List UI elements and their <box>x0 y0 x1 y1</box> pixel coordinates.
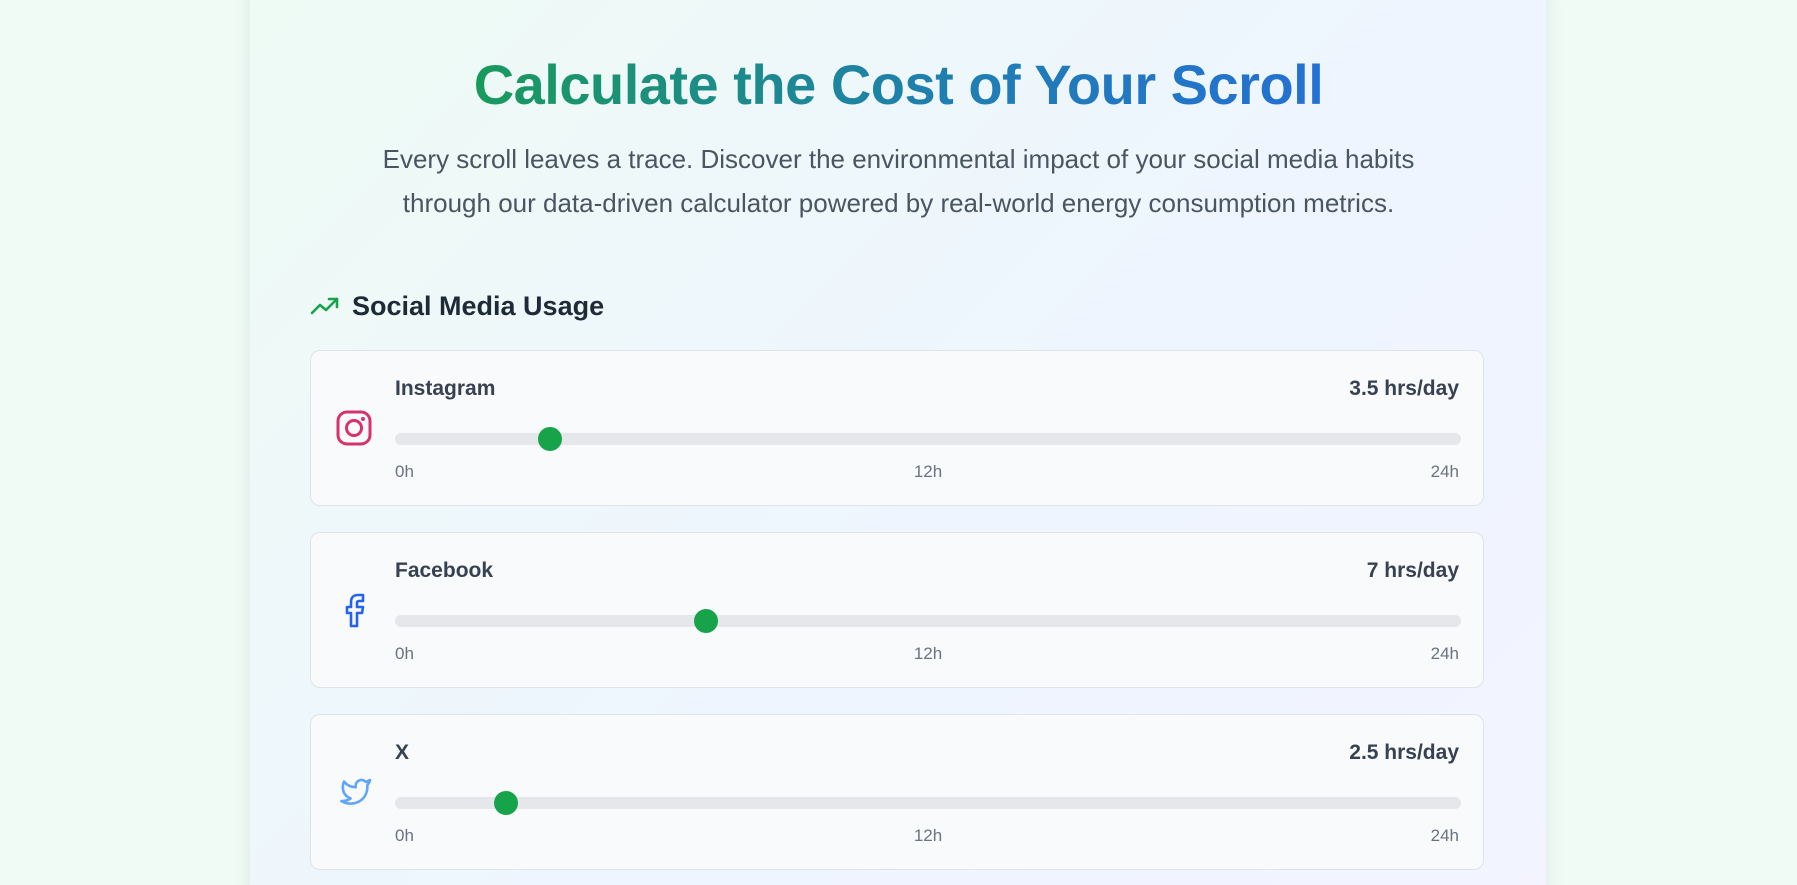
tick-min-label: 0h <box>395 644 414 663</box>
page-subtitle: Every scroll leaves a trace. Discover th… <box>382 144 1415 218</box>
tick-mid-label: 12h <box>913 826 943 845</box>
page: Calculate the Cost of Your Scroll Every … <box>0 0 1797 885</box>
app-card-x: X 2.5 hrs/day 0h 12h 24h <box>310 714 1484 870</box>
hours-slider[interactable] <box>395 427 1461 451</box>
tick-max-label: 24h <box>1430 826 1459 845</box>
page-title-text: Calculate the Cost of Your Scroll <box>473 53 1324 116</box>
instagram-icon <box>336 410 372 446</box>
slider-thumb[interactable] <box>693 609 718 633</box>
hours-slider[interactable] <box>395 791 1461 815</box>
usage-section-title: Social Media Usage <box>352 290 605 321</box>
hours-value: 7 hrs/day <box>1366 559 1459 582</box>
tick-min-label: 0h <box>395 826 414 845</box>
facebook-icon <box>345 593 365 628</box>
slider-thumb[interactable] <box>494 791 519 815</box>
app-name: X <box>395 741 410 764</box>
hours-value: 3.5 hrs/day <box>1349 377 1459 400</box>
hours-value: 2.5 hrs/day <box>1349 741 1459 764</box>
app-name: Instagram <box>395 377 496 400</box>
app-name: Facebook <box>395 559 494 582</box>
tick-mid-label: 12h <box>913 462 943 481</box>
page-title: Calculate the Cost of Your Scroll <box>0 50 1797 120</box>
trending-up-icon <box>310 297 339 315</box>
app-card-facebook: Facebook 7 hrs/day 0h 12h 24h <box>310 532 1484 688</box>
app-card-instagram: Instagram 3.5 hrs/day 0h 12h 24h <box>310 350 1484 506</box>
tick-max-label: 24h <box>1430 644 1459 663</box>
hours-slider[interactable] <box>395 609 1461 633</box>
usage-section-header: Social Media Usage <box>310 287 604 325</box>
tick-min-label: 0h <box>395 462 414 481</box>
tick-mid-label: 12h <box>913 644 943 663</box>
slider-thumb[interactable] <box>538 427 563 451</box>
twitter-bird-icon <box>340 778 372 805</box>
tick-max-label: 24h <box>1430 462 1459 481</box>
